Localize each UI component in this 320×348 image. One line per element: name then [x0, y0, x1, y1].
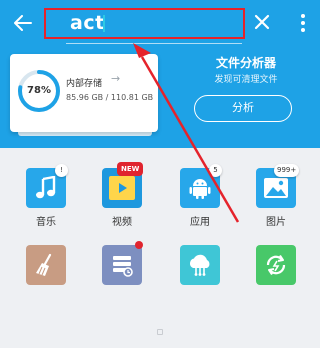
- android-icon: [189, 179, 211, 199]
- transfer-tool[interactable]: [256, 245, 296, 285]
- close-icon: [254, 14, 270, 30]
- back-arrow-icon: [14, 15, 32, 31]
- music-label: 音乐: [36, 217, 56, 228]
- cloud-icon: [189, 254, 210, 276]
- storage-size: 85.96 GB / 110.81 GB: [66, 93, 154, 102]
- music-badge: !: [55, 164, 68, 177]
- cloud-tool[interactable]: [180, 245, 220, 285]
- storage-percent: 78%: [27, 85, 51, 96]
- search-input[interactable]: act: [70, 10, 105, 37]
- pictures-badge: 999+: [274, 164, 300, 177]
- text-caret: [103, 15, 105, 32]
- more-dot-icon: [301, 28, 305, 32]
- notification-dot: [135, 241, 143, 249]
- stack-icon: [113, 256, 133, 277]
- analyze-button[interactable]: 分析: [194, 95, 292, 122]
- pictures-label: 图片: [266, 217, 286, 228]
- analyzer-title: 文件分析器: [215, 56, 276, 70]
- more-options-button[interactable]: [297, 12, 309, 34]
- storage-title: 内部存储: [66, 79, 103, 89]
- nav-indicator: [157, 329, 163, 335]
- more-dot-icon: [301, 21, 305, 25]
- apps-label: 应用: [190, 217, 210, 228]
- storage-card[interactable]: 78% 内部存储 → 85.96 GB / 110.81 GB: [10, 54, 158, 132]
- sync-icon: [266, 254, 286, 276]
- apps-badge: 5: [209, 164, 222, 177]
- storage-tool[interactable]: [102, 245, 142, 285]
- music-icon: [36, 176, 56, 199]
- search-highlight-box: act: [44, 8, 245, 39]
- back-button[interactable]: [12, 12, 34, 34]
- video-new-badge: NEW: [117, 162, 144, 176]
- analyzer-subtitle: 发现可清理文件: [214, 75, 278, 85]
- chevron-right-icon: →: [111, 72, 121, 85]
- broom-icon: [36, 253, 52, 276]
- cleaner-tool[interactable]: [26, 245, 66, 285]
- search-underline: [66, 43, 242, 44]
- more-dot-icon: [301, 14, 305, 18]
- video-label: 视频: [112, 217, 132, 228]
- video-icon: [109, 176, 135, 200]
- clear-button[interactable]: [252, 12, 272, 32]
- image-icon: [264, 178, 288, 198]
